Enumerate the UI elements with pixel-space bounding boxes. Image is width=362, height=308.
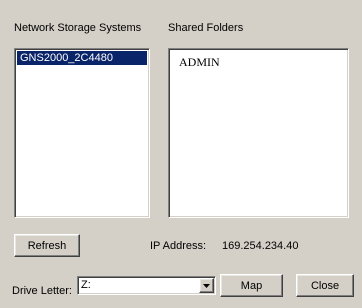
dropdown-button[interactable]	[199, 278, 214, 293]
drive-letter-select[interactable]: Z:	[77, 276, 216, 295]
storage-list-item[interactable]: GNS2000_2C4480	[17, 51, 147, 65]
chevron-down-icon	[203, 283, 210, 288]
drive-letter-label: Drive Letter:	[12, 285, 72, 297]
ip-address-label: IP Address:	[150, 240, 207, 252]
map-button[interactable]: Map	[220, 274, 283, 297]
refresh-button[interactable]: Refresh	[14, 234, 80, 257]
folder-list-item[interactable]: ADMIN	[169, 53, 348, 70]
close-button[interactable]: Close	[296, 274, 354, 297]
shared-folders-list[interactable]: ADMIN	[168, 48, 349, 218]
storage-list[interactable]: GNS2000_2C4480	[14, 48, 150, 218]
shared-folders-label: Shared Folders	[168, 22, 244, 34]
drive-letter-value: Z:	[81, 279, 91, 291]
ip-address-value: 169.254.234.40	[222, 240, 299, 252]
network-storage-label: Network Storage Systems	[14, 22, 142, 34]
